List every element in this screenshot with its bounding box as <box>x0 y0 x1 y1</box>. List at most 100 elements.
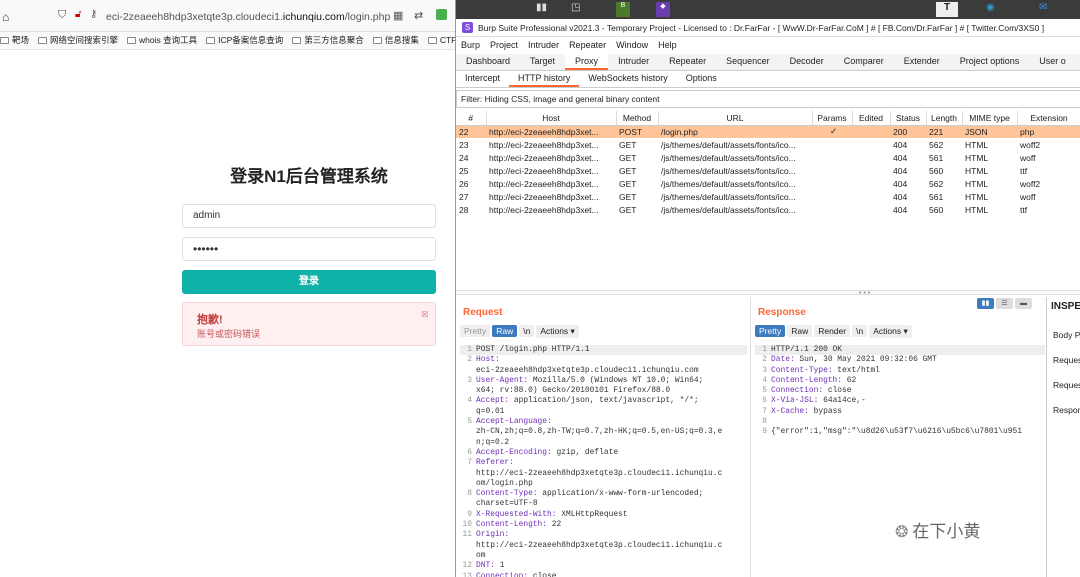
subtab-websockets-history[interactable]: WebSockets history <box>579 71 676 87</box>
grip-icon[interactable]: • • • <box>859 290 870 297</box>
inspector-panel: INSPEC Body P Reques Reques Respon <box>1046 297 1080 577</box>
subtab-http-history[interactable]: HTTP history <box>509 71 580 87</box>
table-cell: HTML <box>965 152 989 163</box>
table-row[interactable]: 22 http://eci-2zeaeeh8hdp3xet... POST/logi… <box>456 125 1080 138</box>
line-number: 7 <box>762 406 767 416</box>
translate-icon[interactable]: ⇄ <box>414 9 423 22</box>
menu-item[interactable]: Repeater <box>564 37 611 53</box>
column-header[interactable]: Host <box>486 111 617 126</box>
bookmark-item[interactable]: ICP备案信息查询 <box>206 32 283 49</box>
table-cell: woff2 <box>1020 139 1041 150</box>
column-header[interactable]: # <box>456 111 487 126</box>
menu-item[interactable]: Intruder <box>523 37 564 53</box>
request-editor[interactable]: 1 POST /login.php HTTP/1.1 2 Host: eci-2zeae… <box>460 345 747 577</box>
bookmark-item[interactable]: 网络空间搜索引擎 <box>38 32 118 49</box>
password-input[interactable]: •••••• <box>182 237 436 261</box>
login-button[interactable]: 登录 <box>182 270 436 294</box>
table-cell <box>812 138 852 151</box>
table-cell: 404 <box>893 178 908 189</box>
taskbar-icon[interactable]: ◆ <box>656 2 670 17</box>
table-row[interactable]: 26 http://eci-2zeaeeh8hdp3xet... GET/js/th… <box>456 177 1080 190</box>
table-cell: ✓ <box>812 125 852 138</box>
username-input[interactable]: admin <box>182 204 436 228</box>
table-row[interactable]: 28 http://eci-2zeaeeh8hdp3xet... GET/js/th… <box>456 203 1080 216</box>
edge-icon[interactable]: ◉ <box>986 2 995 17</box>
editor-pretty-button[interactable]: Pretty <box>755 325 786 337</box>
tab-proxy[interactable]: Proxy <box>565 54 609 70</box>
mail-icon[interactable]: ✉ <box>1039 2 1047 17</box>
tab-sequencer[interactable]: Sequencer <box>716 54 780 70</box>
shield-icon[interactable]: ⛉ <box>58 9 66 22</box>
typora-icon[interactable]: T <box>936 2 958 17</box>
inspector-row[interactable]: Reques <box>1053 355 1080 365</box>
burp-taskbar-icon[interactable]: B <box>616 2 630 17</box>
editor-pretty-button[interactable]: Pretty <box>460 325 491 337</box>
code-line: 9 X-Requested-With: XMLHttpRequest <box>460 510 747 520</box>
bookmark-item[interactable]: whois 查询工具 <box>127 32 197 49</box>
tab-intruder[interactable]: Intruder <box>608 54 659 70</box>
inspector-row[interactable]: Body P <box>1053 330 1080 340</box>
tab-repeater[interactable]: Repeater <box>659 54 716 70</box>
response-editor[interactable]: 1 HTTP/1.1 200 OK 2 Date: Sun, 30 May 2021 … <box>755 345 1045 438</box>
column-header[interactable]: Extension <box>1017 111 1080 126</box>
extension-icon[interactable] <box>436 9 447 20</box>
header-name: X-Cache: <box>771 406 809 416</box>
header-name: Content-Type: <box>476 489 538 499</box>
tab-dashboard[interactable]: Dashboard <box>456 54 520 70</box>
editor-actions-button[interactable]: Actions ▾ <box>536 325 579 338</box>
menu-item[interactable]: Burp <box>456 37 485 53</box>
editor-raw-button[interactable]: Raw <box>787 325 813 337</box>
taskbar-icon[interactable]: ▮▮ <box>536 2 547 17</box>
home-icon[interactable]: ⌂ <box>2 10 9 24</box>
close-icon[interactable]: ⊠ <box>421 309 429 320</box>
pane-divider[interactable]: • • • <box>456 290 1080 297</box>
column-header[interactable]: URL <box>658 111 813 126</box>
editor-raw-button[interactable]: Raw <box>492 325 518 337</box>
bookmark-item[interactable]: 信息搜集 <box>372 32 419 49</box>
subtab-intercept[interactable]: Intercept <box>456 71 509 87</box>
tab-extender[interactable]: Extender <box>894 54 950 70</box>
tab-comparer[interactable]: Comparer <box>834 54 894 70</box>
editor-n-button[interactable]: \n <box>519 325 535 337</box>
bookmark-item[interactable]: CTF <box>427 32 455 49</box>
editor-n-button[interactable]: \n <box>852 325 868 337</box>
insecure-lock-icon[interactable]: 🔓︎ <box>75 9 81 20</box>
filter-bar[interactable]: Filter: Hiding CSS, image and general bi… <box>456 90 1080 108</box>
tab-target[interactable]: Target <box>520 54 565 70</box>
menu-item[interactable]: Window <box>611 37 653 53</box>
qr-code-icon[interactable]: ▦ <box>393 9 403 22</box>
code-line: 1 HTTP/1.1 200 OK <box>755 345 1045 356</box>
address-bar[interactable]: ⌂ ⛉ 🔓︎ ⚷ eci-2zeaeeh8hdp3xetqte3p.cloude… <box>0 0 455 32</box>
column-header[interactable]: Status <box>890 111 927 126</box>
editor-actions-button[interactable]: Actions ▾ <box>869 325 912 338</box>
column-header[interactable]: Method <box>616 111 659 126</box>
column-header[interactable]: MIME type <box>962 111 1018 126</box>
header-name: Content-Length: <box>771 375 843 385</box>
tab-project-options[interactable]: Project options <box>950 54 1030 70</box>
menu-item[interactable]: Project <box>485 37 523 53</box>
editor-render-button[interactable]: Render <box>814 325 851 337</box>
tab-decoder[interactable]: Decoder <box>780 54 834 70</box>
table-row[interactable]: 24 http://eci-2zeaeeh8hdp3xet... GET/js/th… <box>456 151 1080 164</box>
key-icon[interactable]: ⚷ <box>90 9 97 20</box>
table-row[interactable]: 27 http://eci-2zeaeeh8hdp3xet... GET/js/th… <box>456 190 1080 203</box>
line-number: 4 <box>762 375 767 385</box>
inspector-row[interactable]: Respon <box>1053 405 1080 415</box>
table-cell: /login.php <box>658 125 812 138</box>
column-header[interactable]: Edited <box>852 111 891 126</box>
table-cell: GET <box>619 178 637 189</box>
table-cell: 200 <box>890 125 926 138</box>
subtab-options[interactable]: Options <box>677 71 726 87</box>
column-header[interactable]: Params <box>812 111 853 126</box>
menu-item[interactable]: Help <box>653 37 682 53</box>
bookmark-item[interactable]: 靶场 <box>0 32 29 49</box>
url-text[interactable]: eci-2zeaeeh8hdp3xetqte3p.cloudeci1.ichun… <box>106 11 390 23</box>
taskbar-icon[interactable]: ◳ <box>571 2 580 17</box>
column-header[interactable]: Length <box>926 111 963 126</box>
table-row[interactable]: 23 http://eci-2zeaeeh8hdp3xet... GET/js/th… <box>456 138 1080 151</box>
table-row[interactable]: 25 http://eci-2zeaeeh8hdp3xet... GET/js/th… <box>456 164 1080 177</box>
table-cell: http://eci-2zeaeeh8hdp3xet... <box>489 191 599 202</box>
tab-user-o[interactable]: User o <box>1029 54 1076 70</box>
bookmark-item[interactable]: 第三方信息聚合 <box>292 32 364 49</box>
inspector-row[interactable]: Reques <box>1053 380 1080 390</box>
